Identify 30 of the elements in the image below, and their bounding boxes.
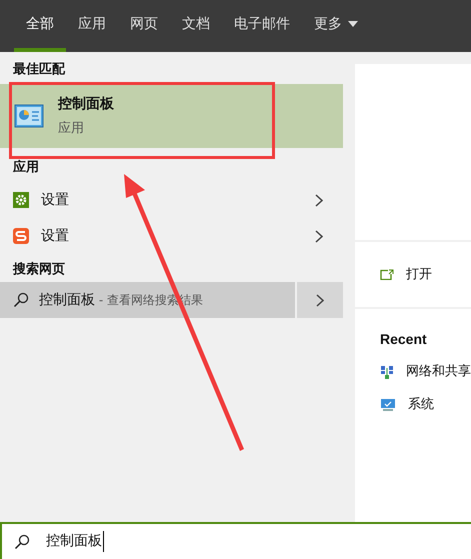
app-label: 设置 — [41, 190, 70, 210]
monitor-icon — [380, 398, 396, 412]
search-field[interactable]: 控制面板 — [0, 522, 471, 559]
tab[interactable]: 更多 — [302, 0, 370, 52]
section-heading: 应用 — [12, 158, 40, 177]
section-heading: 最佳匹配 — [12, 61, 66, 79]
search-icon — [13, 292, 29, 308]
expand-button[interactable] — [297, 282, 344, 318]
best-match-item[interactable]: 控制面板 应用 — [0, 84, 344, 148]
s-logo-icon — [13, 228, 29, 244]
recent-heading: Recent — [380, 330, 428, 349]
chevron-right-icon — [315, 194, 324, 206]
control-panel-icon — [14, 104, 44, 128]
section-heading: 搜索网页 — [12, 260, 66, 279]
tab[interactable]: 全部 — [14, 0, 66, 52]
network-icon — [380, 364, 394, 378]
tab[interactable]: 电子邮件 — [222, 0, 302, 52]
open-window-icon — [380, 269, 394, 280]
app-type: 应用 — [58, 120, 85, 138]
tab[interactable]: 网页 — [118, 0, 170, 52]
tab[interactable]: 文档 — [170, 0, 222, 52]
gear-icon — [13, 192, 29, 208]
chevron-right-icon — [315, 230, 324, 242]
recent-item[interactable]: 系统 — [380, 388, 471, 421]
recent-item[interactable]: 网络和共享 — [380, 355, 471, 388]
app-title: 控制面板 — [58, 94, 114, 114]
chevron-right-icon — [316, 294, 324, 306]
search-icon — [14, 534, 30, 550]
app-label: 设置 — [41, 226, 70, 246]
tab[interactable]: 应用 — [66, 0, 118, 52]
